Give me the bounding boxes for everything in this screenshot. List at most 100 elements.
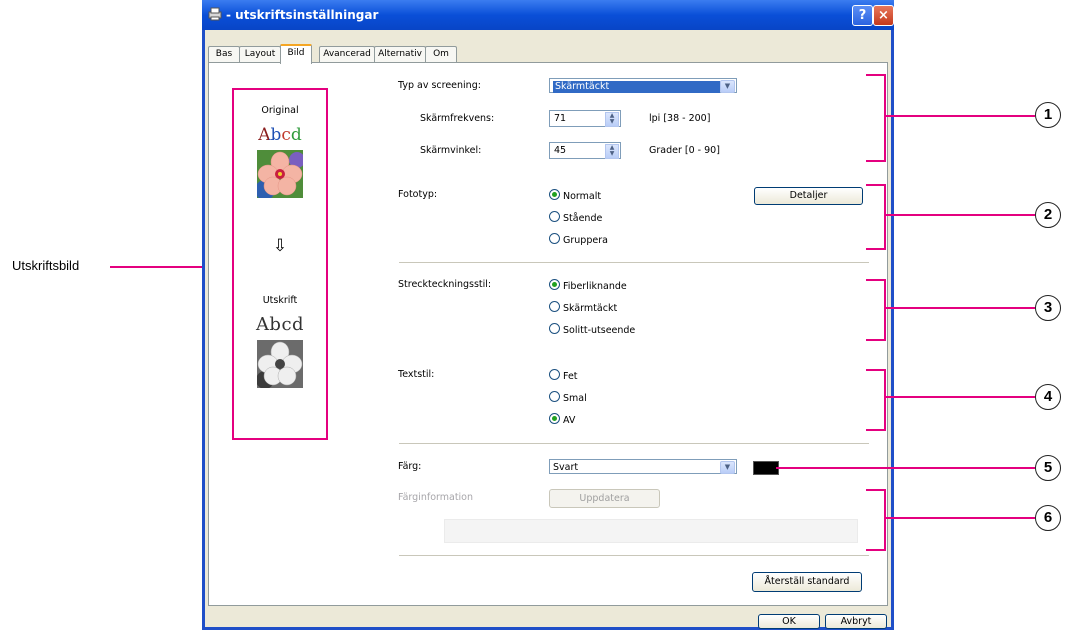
separator	[399, 262, 869, 263]
printer-icon	[208, 7, 222, 21]
radio-icon	[549, 233, 560, 244]
callout-number-6: 6	[1035, 505, 1061, 531]
screen-frequency-spinner[interactable]: 71 ▲ ▼	[549, 110, 621, 127]
screen-angle-range: Grader [0 - 90]	[649, 145, 720, 156]
details-button[interactable]: Detaljer	[754, 187, 863, 205]
spinner-arrows-icon[interactable]: ▲ ▼	[605, 144, 619, 159]
annotation-label-utskriftsbild: Utskriftsbild	[12, 258, 80, 273]
callout-number-4: 4	[1035, 384, 1061, 410]
radio-selected-icon	[549, 413, 560, 424]
color-info-label: Färginformation	[398, 492, 474, 503]
original-sample-value: Abcd	[258, 125, 302, 145]
screening-type-select[interactable]: Skärmtäckt ▼	[549, 78, 737, 93]
radio-icon	[549, 301, 560, 312]
output-sample-text: Abcd	[255, 314, 305, 335]
text-style-option-label: Fet	[563, 371, 578, 382]
output-flower-image	[256, 340, 303, 389]
title-bar[interactable]: - utskriftsinställningar ? ×	[202, 0, 894, 30]
phototype-option-normal[interactable]: Normalt	[549, 189, 601, 202]
dialog-button-bar: OK Avbryt	[208, 606, 888, 629]
phototype-option-label: Gruppera	[563, 235, 608, 246]
color-label: Färg:	[398, 461, 422, 472]
phototype-option-portrait[interactable]: Stående	[549, 211, 602, 224]
chevron-down-icon[interactable]: ▼	[720, 80, 735, 93]
text-style-option-label: AV	[563, 415, 576, 426]
screening-type-value: Skärmtäckt	[553, 81, 720, 93]
original-sample-text: Abcd	[234, 125, 326, 145]
text-style-option-bold[interactable]: Fet	[549, 369, 578, 382]
chevron-down-icon[interactable]: ▼	[720, 461, 735, 474]
screen-angle-label: Skärmvinkel:	[420, 145, 482, 156]
phototype-option-label: Stående	[563, 213, 603, 224]
tab-bild[interactable]: Bild	[280, 44, 312, 64]
callout-number-2: 2	[1035, 202, 1061, 228]
annotation-leader-3	[886, 307, 1035, 309]
tab-layout[interactable]: Layout	[239, 46, 281, 62]
line-art-option-screen[interactable]: Skärmtäckt	[549, 301, 617, 314]
radio-icon	[549, 323, 560, 334]
line-art-style-label: Streckteckningsstil:	[398, 279, 492, 290]
text-style-option-label: Smal	[563, 393, 587, 404]
annotation-leader-5	[776, 467, 1035, 469]
window-title: - utskriftsinställningar	[226, 8, 379, 22]
help-button[interactable]: ?	[852, 5, 873, 26]
screening-type-label: Typ av screening:	[398, 80, 481, 91]
original-label: Original	[261, 105, 299, 116]
phototype-option-group[interactable]: Gruppera	[549, 233, 608, 246]
text-style-label: Textstil:	[398, 369, 435, 380]
tab-om[interactable]: Om	[425, 46, 457, 62]
original-flower-image	[255, 150, 305, 200]
radio-selected-icon	[549, 279, 560, 290]
radio-icon	[549, 391, 560, 402]
text-style-option-thin[interactable]: Smal	[549, 391, 587, 404]
callout-number-3: 3	[1035, 295, 1061, 321]
radio-icon	[549, 211, 560, 222]
annotation-bracket-6	[866, 489, 886, 551]
line-art-option-solid[interactable]: Solitt-utseende	[549, 323, 635, 336]
screen-frequency-value: 71	[554, 113, 567, 124]
close-button[interactable]: ×	[873, 5, 894, 26]
annotation-leader-1	[886, 115, 1035, 117]
color-value: Svart	[553, 462, 579, 473]
callout-number-1: 1	[1035, 102, 1061, 128]
line-art-option-label: Fiberliknande	[563, 281, 627, 292]
dialog-window: - utskriftsinställningar ? × Bas Layout …	[202, 0, 894, 630]
separator	[399, 555, 869, 556]
radio-icon	[549, 369, 560, 380]
update-button[interactable]: Uppdatera	[549, 489, 660, 508]
spinner-arrows-icon[interactable]: ▲ ▼	[605, 112, 619, 127]
screen-angle-value: 45	[554, 145, 567, 156]
tab-alternativ[interactable]: Alternativ	[374, 46, 426, 62]
separator	[399, 443, 869, 444]
screen-frequency-range: lpi [38 - 200]	[649, 113, 711, 124]
print-preview-box: Original Abcd ⇩ Utskrift Abcd	[232, 88, 328, 440]
ok-button[interactable]: OK	[758, 614, 820, 629]
tab-bas[interactable]: Bas	[208, 46, 240, 62]
text-style-option-off[interactable]: AV	[549, 413, 575, 426]
annotation-leader-2	[886, 214, 1035, 216]
output-label: Utskrift	[262, 295, 298, 306]
tab-panel-bild: Original Abcd ⇩ Utskrift Abcd Typ av scr…	[208, 62, 888, 606]
annotation-leader-6	[886, 517, 1035, 519]
annotation-leader-4	[886, 396, 1035, 398]
color-info-box	[444, 519, 858, 543]
color-select[interactable]: Svart ▼	[549, 459, 737, 474]
annotation-bracket-3	[866, 279, 886, 341]
line-art-option-label: Solitt-utseende	[563, 325, 636, 336]
annotation-bracket-1	[866, 74, 886, 162]
radio-selected-icon	[549, 189, 560, 200]
screen-angle-spinner[interactable]: 45 ▲ ▼	[549, 142, 621, 159]
line-art-option-fiber[interactable]: Fiberliknande	[549, 279, 627, 292]
dialog-client: Bas Layout Bild Avancerad Alternativ Om …	[205, 30, 891, 629]
annotation-bracket-2	[866, 184, 886, 250]
down-arrow-icon: ⇩	[272, 236, 288, 256]
screen-frequency-label: Skärmfrekvens:	[420, 113, 495, 124]
phototype-label: Fototyp:	[398, 189, 438, 200]
cancel-button[interactable]: Avbryt	[825, 614, 887, 629]
callout-number-5: 5	[1035, 455, 1061, 481]
annotation-bracket-4	[866, 369, 886, 431]
tab-avancerad[interactable]: Avancerad	[319, 46, 375, 62]
reset-defaults-button[interactable]: Återställ standard	[752, 572, 862, 592]
line-art-option-label: Skärmtäckt	[563, 303, 618, 314]
phototype-option-label: Normalt	[563, 191, 602, 202]
